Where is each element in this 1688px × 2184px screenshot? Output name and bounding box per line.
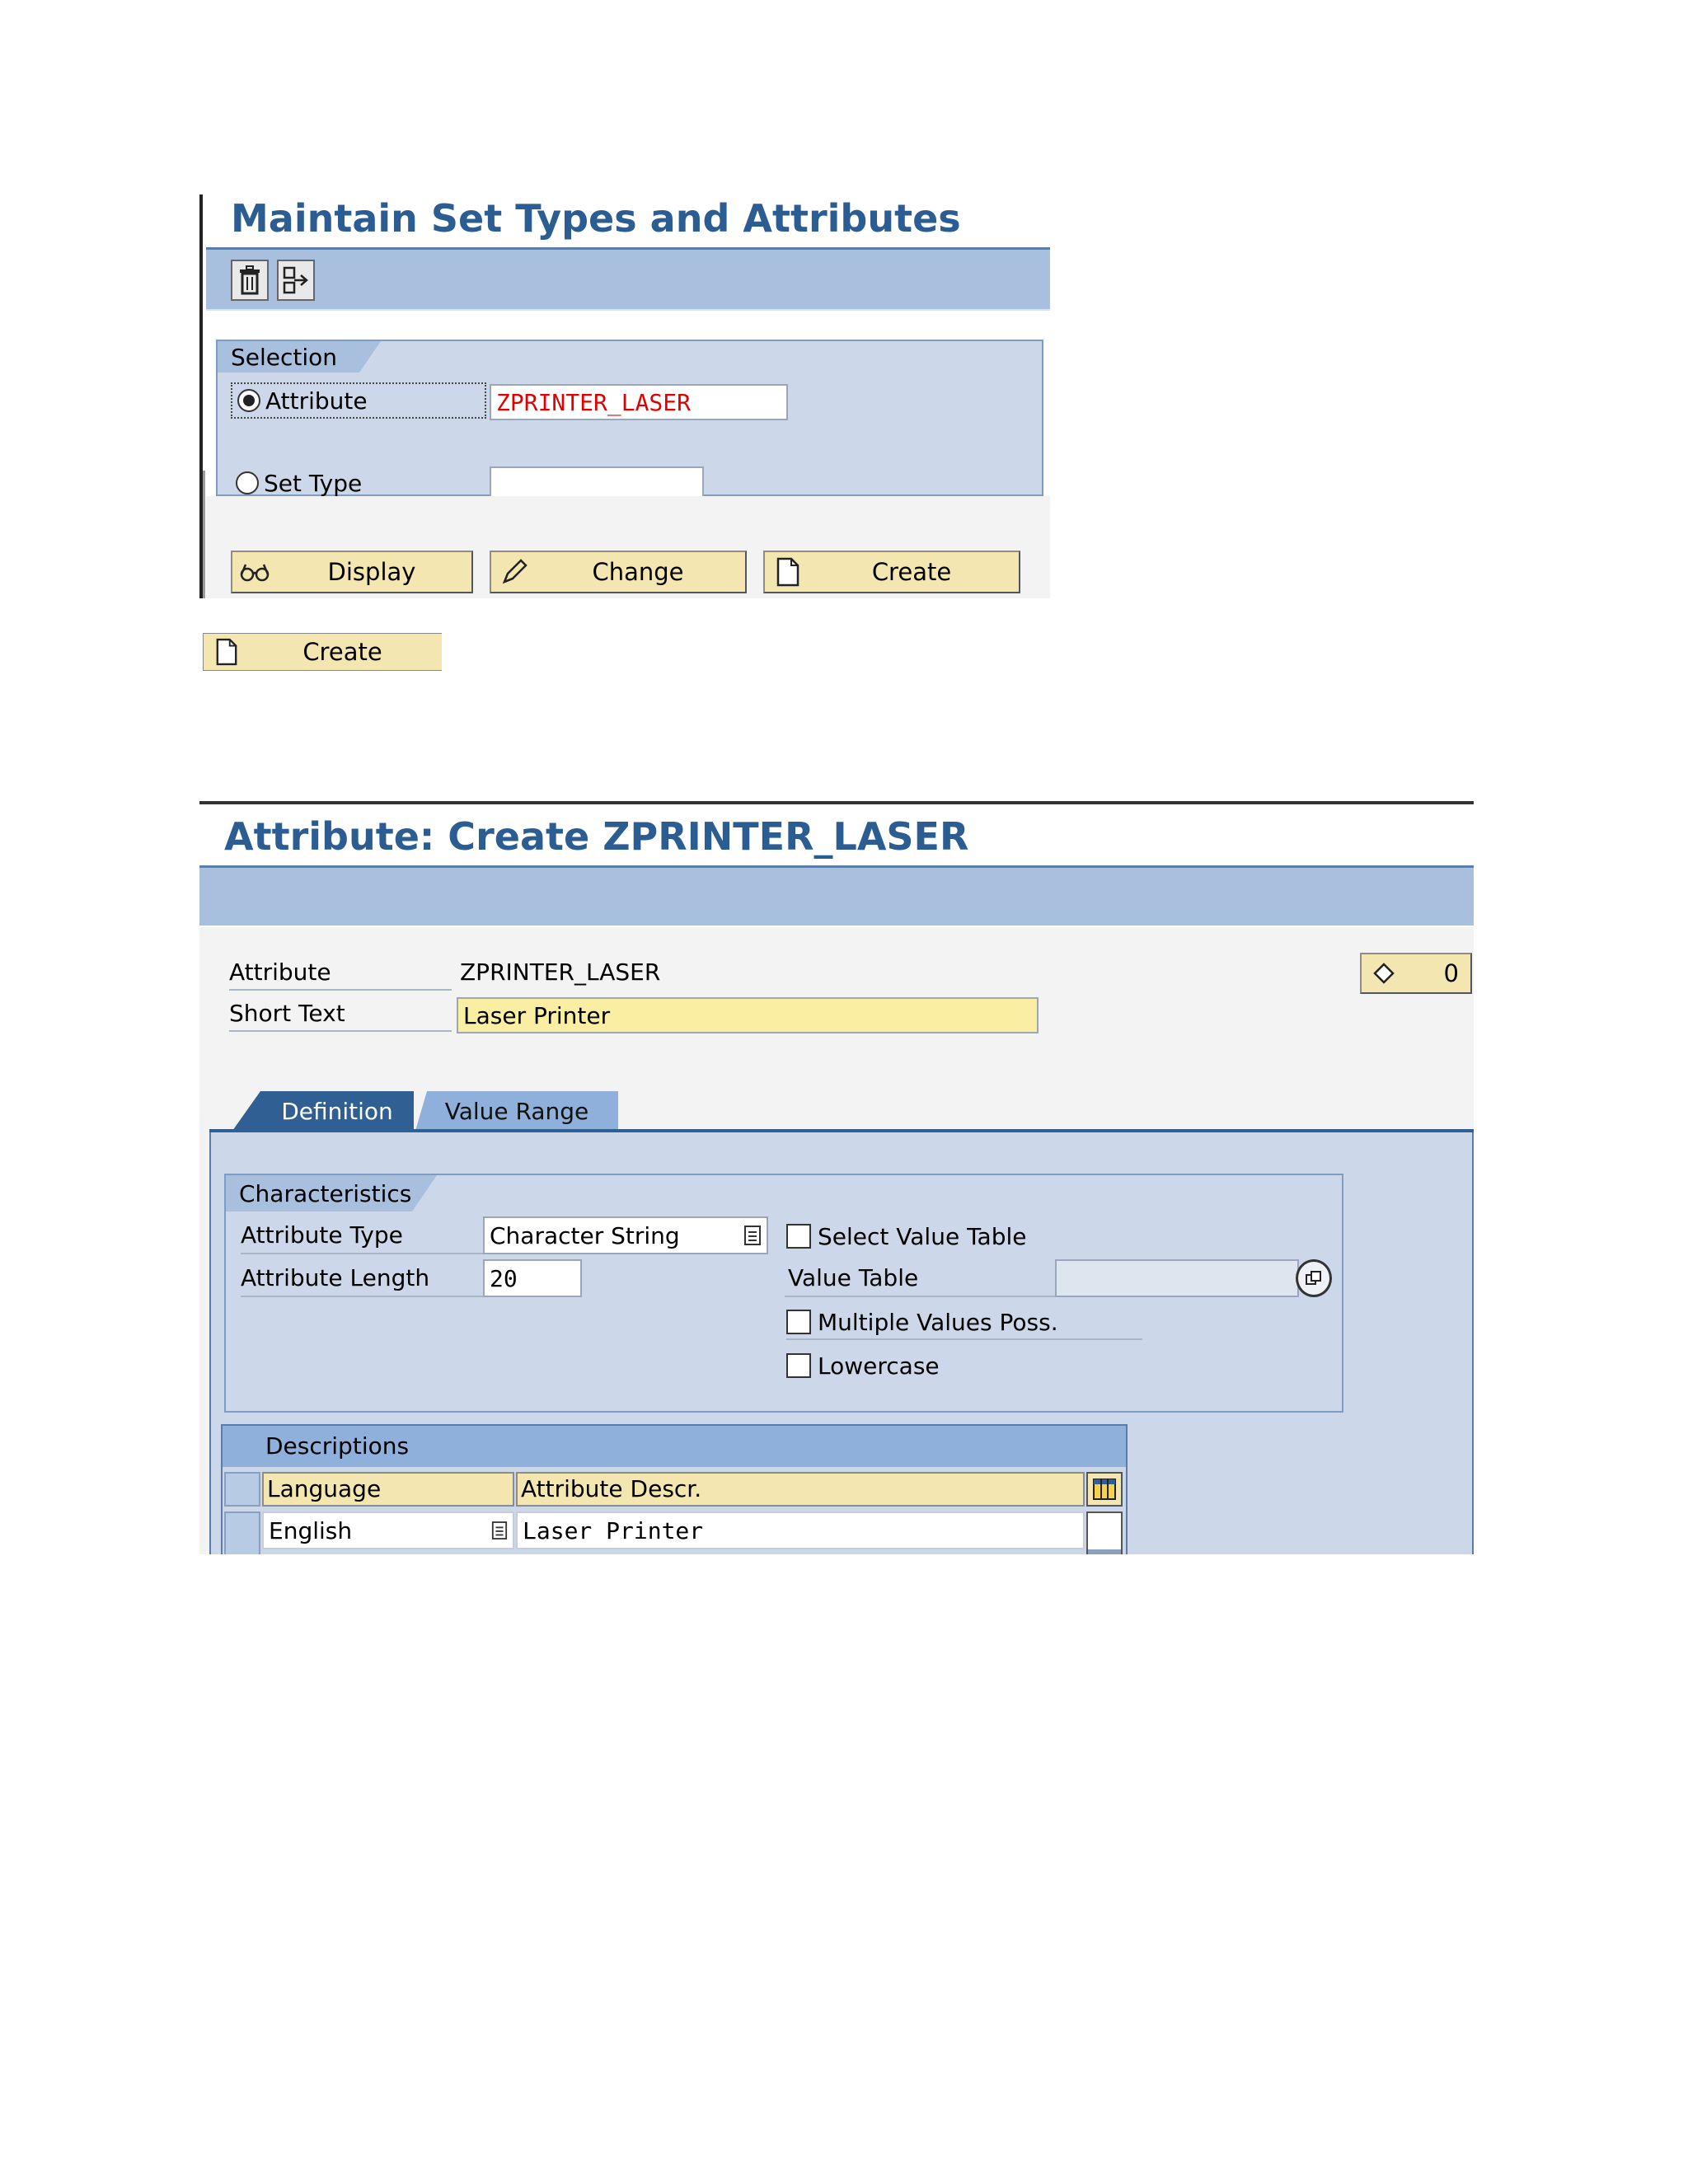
multiple-values-checkbox[interactable] [786, 1310, 811, 1334]
multiple-values-label: Multiple Values Poss. [818, 1308, 1058, 1336]
select-value-table-row[interactable]: Select Value Table [786, 1220, 1026, 1253]
attr-length-input[interactable]: 20 [483, 1259, 582, 1297]
attr-type-label: Attribute Type [241, 1218, 493, 1254]
select-value-table-checkbox[interactable] [786, 1224, 811, 1249]
transport-icon [283, 266, 308, 294]
standalone-create-label: Create [302, 638, 382, 666]
descriptions-title: Descriptions [223, 1426, 1126, 1467]
screen2-panel: Attribute: Create ZPRINTER_LASER Attribu… [199, 801, 1474, 1554]
lowercase-label: Lowercase [818, 1352, 940, 1380]
settype-radio-row[interactable]: Set Type [236, 466, 442, 499]
left-border-light [203, 471, 205, 598]
search-help-icon [1306, 1271, 1321, 1285]
attribute-value: ZPRINTER_LASER [460, 958, 661, 986]
attribute-input[interactable]: ZPRINTER_LASER [490, 384, 788, 420]
column-header-descr[interactable]: Attribute Descr. [516, 1472, 1085, 1507]
language-cell[interactable]: English [262, 1511, 514, 1549]
column-config-icon [1093, 1479, 1116, 1500]
attr-type-dropdown[interactable]: Character String [483, 1216, 768, 1254]
toolbar-bottom-line [206, 309, 1050, 311]
page-title: Maintain Set Types and Attributes [231, 196, 961, 241]
value-table-search-button[interactable] [1296, 1259, 1332, 1297]
pencil-icon [502, 559, 528, 584]
select-value-table-label: Select Value Table [818, 1222, 1027, 1250]
attribute-label: Attribute [229, 956, 452, 991]
row-selector-header[interactable] [224, 1472, 260, 1507]
lowercase-row[interactable]: Lowercase [786, 1348, 940, 1383]
trash-icon [240, 265, 260, 295]
transport-button[interactable] [277, 260, 315, 301]
selection-group-title: Selection [218, 341, 359, 373]
counter-value: 0 [1443, 959, 1459, 987]
table-scrollbar[interactable] [1086, 1511, 1123, 1554]
tab-value-range[interactable]: Value Range [415, 1091, 618, 1131]
screen2-toolbar [199, 868, 1474, 926]
counter-button[interactable]: 0 [1360, 953, 1472, 994]
short-text-label: Short Text [229, 997, 452, 1032]
dropdown-list-icon[interactable] [743, 1225, 762, 1246]
lowercase-checkbox[interactable] [786, 1353, 811, 1378]
value-table-label: Value Table [785, 1261, 1060, 1297]
create-button[interactable]: Create [763, 551, 1020, 593]
delete-button[interactable] [231, 260, 269, 301]
new-document-icon [216, 638, 237, 666]
screen2-title: Attribute: Create ZPRINTER_LASER [224, 814, 969, 859]
tab-definition[interactable]: Definition [232, 1091, 414, 1131]
column-settings-button[interactable] [1086, 1472, 1123, 1507]
glasses-icon [240, 564, 270, 582]
diamond-icon [1373, 963, 1395, 984]
standalone-create-button[interactable]: Create [203, 633, 442, 671]
settype-radio-label: Set Type [264, 469, 363, 497]
screen1-panel: Maintain Set Types and Attributes Select… [199, 194, 1050, 598]
change-button[interactable]: Change [490, 551, 747, 593]
dropdown-list-icon[interactable] [491, 1521, 508, 1540]
characteristics-group: Characteristics Attribute Type Character… [224, 1174, 1343, 1413]
application-toolbar [206, 250, 1050, 309]
characteristics-tab-slant [412, 1175, 437, 1212]
screen2-top-border [199, 801, 1474, 804]
attr-length-label: Attribute Length [241, 1261, 493, 1297]
attribute-radio-label: Attribute [265, 387, 368, 415]
new-document-icon [776, 557, 799, 587]
short-text-input[interactable]: Laser Printer [457, 997, 1039, 1033]
descr-cell[interactable]: Laser Printer [516, 1511, 1085, 1549]
multiple-values-row[interactable]: Multiple Values Poss. [786, 1305, 1142, 1340]
descriptions-table: Descriptions Language Attribute Descr. E… [221, 1424, 1128, 1554]
attribute-radio-row[interactable]: Attribute [231, 382, 486, 419]
display-button-label: Display [327, 558, 416, 586]
display-button[interactable]: Display [231, 551, 473, 593]
selection-tab-slant [359, 341, 381, 373]
settype-radio[interactable] [236, 471, 259, 494]
value-table-input[interactable] [1055, 1259, 1299, 1297]
characteristics-title: Characteristics [226, 1175, 412, 1212]
selection-group: Selection Attribute ZPRINTER_LASER Set T… [216, 340, 1043, 504]
column-header-language[interactable]: Language [262, 1472, 514, 1507]
create-button-label: Create [871, 558, 952, 586]
change-button-label: Change [592, 558, 684, 586]
attribute-radio[interactable] [237, 389, 260, 412]
table-scrollbar-thumb[interactable] [1088, 1549, 1121, 1554]
row-selector[interactable] [224, 1511, 260, 1554]
